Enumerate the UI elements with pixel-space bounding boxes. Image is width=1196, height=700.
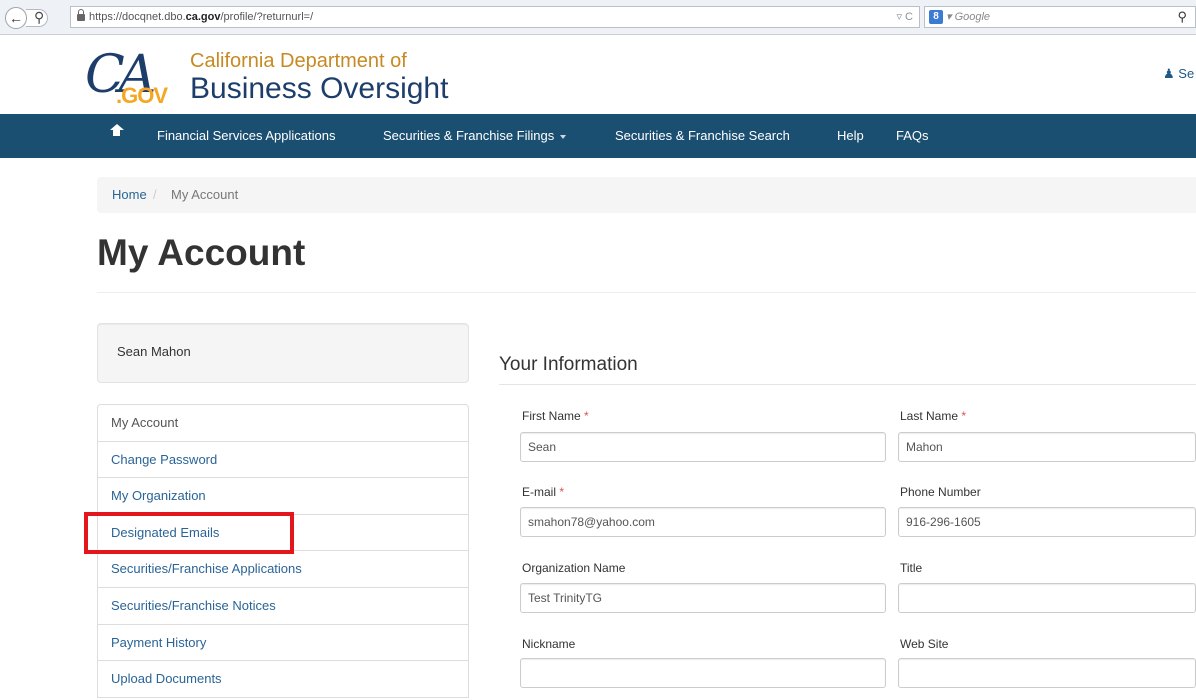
browser-toolbar: ← ⚲ https://docqnet.dbo.ca.gov/profile/?… <box>0 0 1196 35</box>
nickname-label: Nickname <box>522 637 576 651</box>
designated-emails-highlight <box>84 512 294 554</box>
dropdown-caret-icon <box>560 134 567 139</box>
sidebar-item-upload-documents[interactable]: Upload Documents <box>97 660 469 698</box>
search-icon[interactable]: ⚲ <box>1177 7 1187 27</box>
section-title: Your Information <box>499 354 638 375</box>
user-name: Sean Mahon <box>117 344 191 359</box>
breadcrumb: Home / My Account <box>97 177 1196 213</box>
first-name-label: First Name * <box>522 409 589 423</box>
breadcrumb-current: My Account <box>171 187 239 202</box>
nav-securities-franchise-search[interactable]: Securities & Franchise Search <box>615 114 790 158</box>
required-marker: * <box>584 409 589 423</box>
organization-name-field[interactable]: Test TrinityTG <box>520 583 886 613</box>
search-placeholder: ▾ Google <box>946 11 991 23</box>
home-icon[interactable] <box>110 124 124 140</box>
phone-label: Phone Number <box>900 485 981 499</box>
email-label: E-mail * <box>522 485 565 499</box>
website-label: Web Site <box>900 637 949 651</box>
user-menu-link[interactable]: ♟ Se <box>1163 66 1194 82</box>
back-arrow-icon: ← <box>9 10 23 26</box>
breadcrumb-separator: / <box>153 187 157 202</box>
sidebar-item-securities-franchise-notices[interactable]: Securities/Franchise Notices <box>97 586 469 625</box>
nav-financial-services-applications[interactable]: Financial Services Applications <box>157 114 335 158</box>
sidebar-item-payment-history[interactable]: Payment History <box>97 623 469 662</box>
nav-help[interactable]: Help <box>837 114 864 158</box>
required-marker: * <box>559 485 565 499</box>
sidebar-item-my-organization[interactable]: My Organization <box>97 477 469 515</box>
sidebar-item-my-account[interactable]: My Account <box>97 404 469 442</box>
organization-name-label: Organization Name <box>522 561 626 575</box>
phone-field[interactable]: 916-296-1605 <box>898 507 1196 537</box>
sidebar-item-securities-franchise-applications[interactable]: Securities/Franchise Applications <box>97 550 469 588</box>
google-icon: 8 <box>929 10 943 24</box>
browser-search-input[interactable]: 8 ▾ Google ⚲ <box>924 6 1196 28</box>
page-title: My Account <box>97 232 306 273</box>
url-text: https://docqnet.dbo.ca.gov/profile/?retu… <box>89 11 314 23</box>
breadcrumb-home-link[interactable]: Home <box>112 177 147 212</box>
lock-icon <box>77 9 85 21</box>
department-name-line1: California Department of <box>190 50 407 72</box>
reload-icon[interactable]: ▿ C <box>896 7 913 27</box>
main-navbar: Financial Services Applications Securiti… <box>0 114 1196 158</box>
sidebar-item-change-password[interactable]: Change Password <box>97 440 469 479</box>
user-panel: Sean Mahon <box>97 323 469 383</box>
section-divider <box>499 384 1196 385</box>
ca-gov-logo[interactable]: CA .GOV <box>85 46 175 110</box>
title-label: Title <box>900 561 923 575</box>
title-field[interactable] <box>898 583 1196 613</box>
required-marker: * <box>961 409 967 423</box>
nav-securities-franchise-filings[interactable]: Securities & Franchise Filings <box>383 114 567 158</box>
last-name-field[interactable]: Mahon <box>898 432 1196 462</box>
nav-faqs[interactable]: FAQs <box>896 114 929 158</box>
last-name-label: Last Name * <box>900 409 967 423</box>
department-name-line2: Business Oversight <box>190 72 449 105</box>
email-field[interactable]: smahon78@yahoo.com <box>520 507 886 537</box>
nickname-field[interactable] <box>520 658 886 688</box>
key-icon[interactable]: ⚲ <box>34 9 44 25</box>
title-divider <box>97 292 1196 293</box>
website-field[interactable] <box>898 658 1196 688</box>
address-bar[interactable]: https://docqnet.dbo.ca.gov/profile/?retu… <box>70 6 920 28</box>
first-name-field[interactable]: Sean <box>520 432 886 462</box>
back-button[interactable]: ← <box>5 7 27 29</box>
